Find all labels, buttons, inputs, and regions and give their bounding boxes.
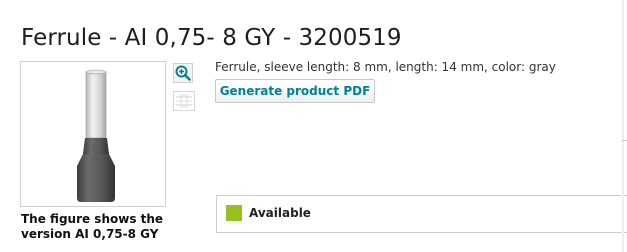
zoom-button[interactable] — [173, 63, 193, 83]
ferrule-image — [77, 69, 115, 202]
page-title: Ferrule - AI 0,75- 8 GY - 3200519 — [21, 25, 402, 52]
product-description: Ferrule, sleeve length: 8 mm, length: 14… — [215, 60, 556, 74]
right-edge-tick — [622, 140, 627, 141]
image-caption: The figure shows the version AI 0,75-8 G… — [21, 212, 163, 242]
drawing-thumbnail[interactable] — [173, 91, 195, 111]
drawing-thumbnail-icon — [173, 91, 195, 111]
zoom-in-icon — [173, 63, 193, 83]
generate-pdf-button[interactable]: Generate product PDF — [215, 79, 375, 103]
availability-status-indicator — [226, 205, 242, 221]
caption-line-2: version AI 0,75-8 GY — [21, 227, 159, 241]
availability-box: Available — [216, 195, 627, 233]
caption-line-1: The figure shows the — [21, 212, 164, 226]
product-image[interactable] — [20, 61, 166, 207]
availability-status-label: Available — [249, 206, 311, 220]
right-edge-divider — [622, 0, 624, 252]
